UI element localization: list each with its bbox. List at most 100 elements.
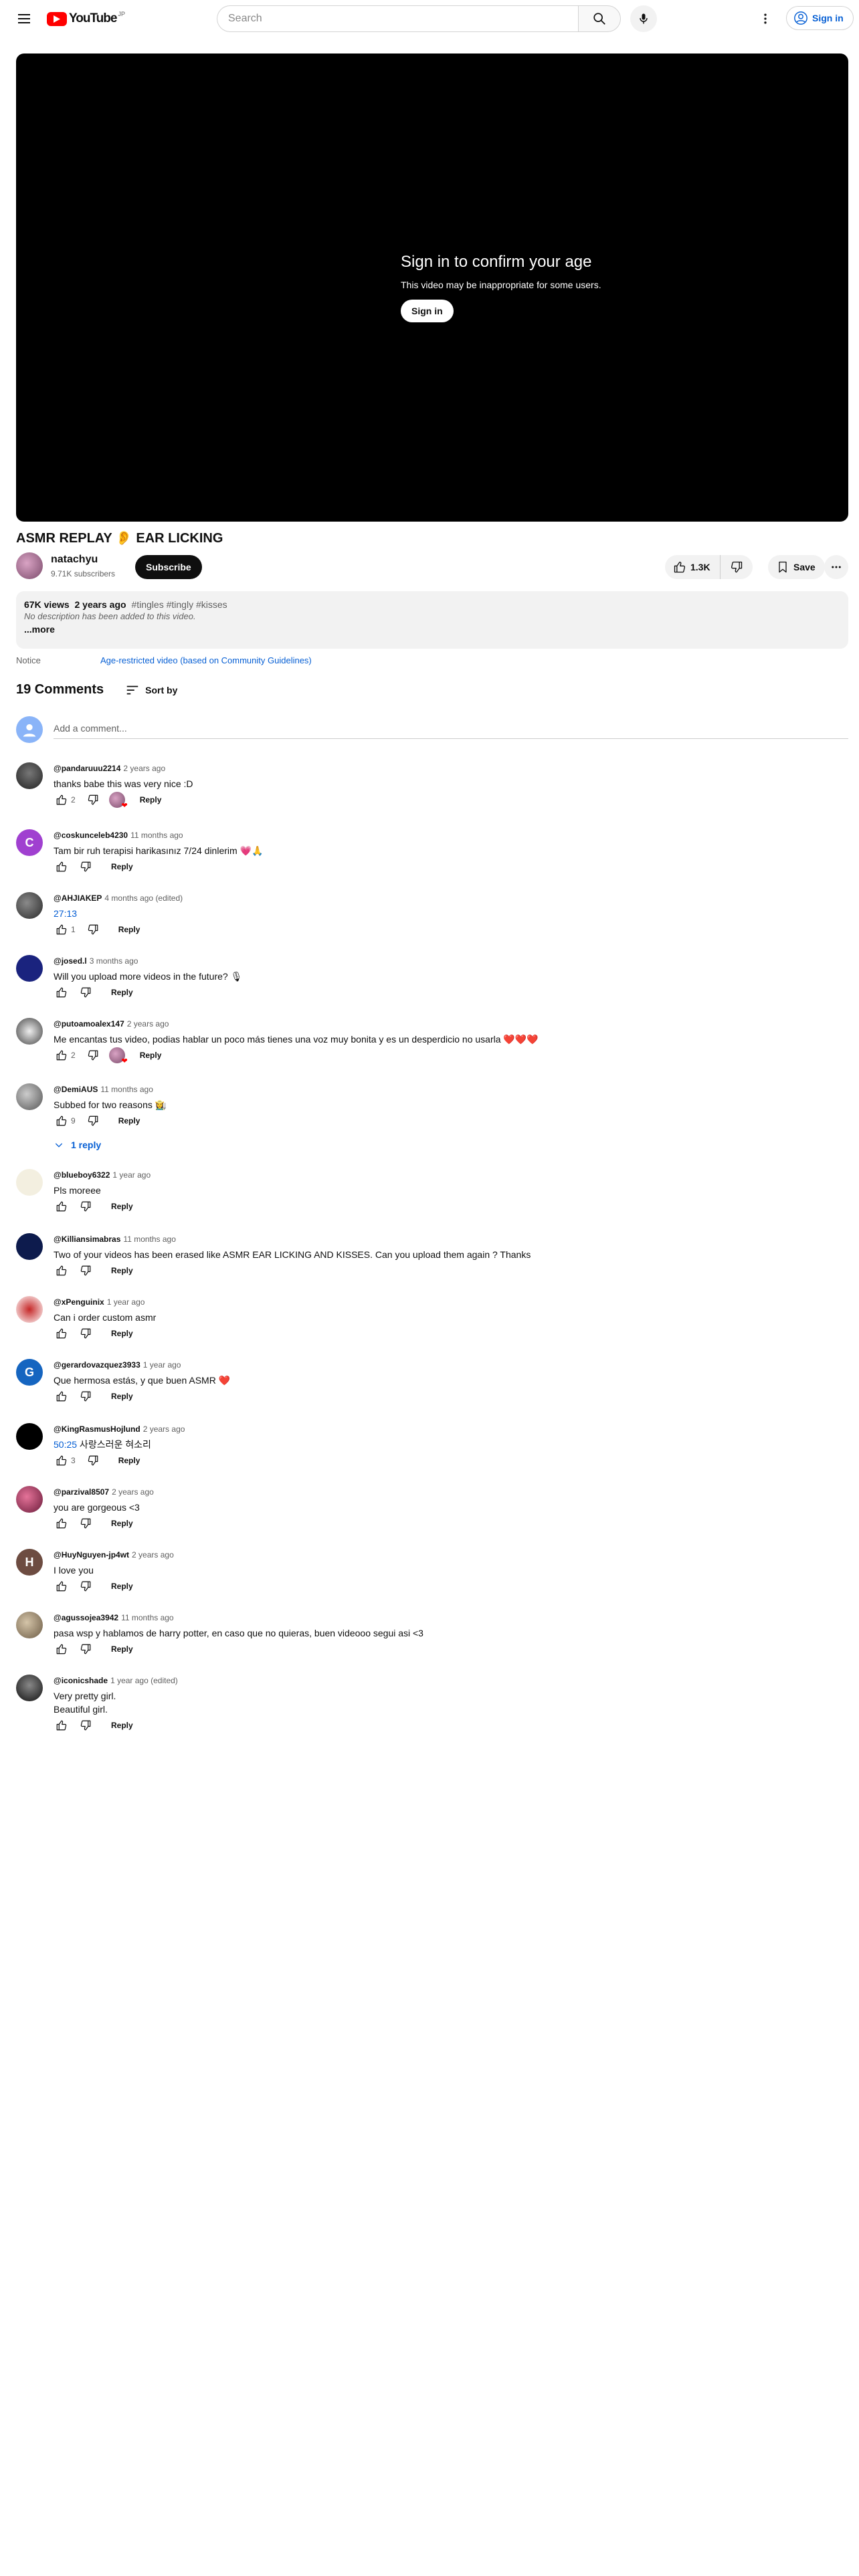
reply-button[interactable]: Reply <box>102 1323 142 1344</box>
comment-dislike-button[interactable] <box>75 1386 96 1407</box>
commenter-avatar[interactable] <box>16 892 43 919</box>
search-button[interactable] <box>578 5 621 32</box>
comment-author[interactable]: @HuyNguyen-jp4wt <box>54 1550 129 1560</box>
youtube-logo[interactable]: YouTube JP <box>47 10 125 27</box>
comment-time[interactable]: 4 months ago (edited) <box>104 893 183 903</box>
commenter-avatar[interactable] <box>16 1233 43 1260</box>
timestamp-link[interactable]: 27:13 <box>54 908 77 919</box>
comment-dislike-button[interactable] <box>75 1196 96 1217</box>
comment-like-button[interactable] <box>51 1260 72 1281</box>
comment-like-button[interactable] <box>51 919 72 940</box>
comment-time[interactable]: 1 year ago <box>112 1170 151 1180</box>
commenter-avatar[interactable] <box>16 1486 43 1513</box>
reply-button[interactable]: Reply <box>102 1196 142 1217</box>
menu-icon[interactable] <box>13 8 35 29</box>
commenter-avatar[interactable] <box>16 1018 43 1045</box>
comment-author[interactable]: @putoamoalex147 <box>54 1019 124 1029</box>
comment-time[interactable]: 2 years ago <box>143 1424 185 1434</box>
comment-author[interactable]: @blueboy6322 <box>54 1170 110 1180</box>
comment-like-button[interactable] <box>51 1196 72 1217</box>
reply-button[interactable]: Reply <box>102 1513 142 1534</box>
comment-time[interactable]: 3 months ago <box>90 956 138 966</box>
reply-button[interactable]: Reply <box>130 1045 171 1066</box>
search-field[interactable] <box>217 5 578 32</box>
signin-button[interactable]: Sign in <box>786 6 854 30</box>
comment-dislike-button[interactable] <box>75 1323 96 1344</box>
comment-dislike-button[interactable] <box>75 1715 96 1736</box>
view-replies-button[interactable]: 1 reply <box>54 1140 101 1150</box>
comment-dislike-button[interactable] <box>75 982 96 1003</box>
comment-time[interactable]: 1 year ago <box>107 1297 145 1307</box>
more-actions-icon[interactable] <box>824 555 848 579</box>
comment-like-button[interactable] <box>51 856 72 877</box>
comment-dislike-button[interactable] <box>75 1260 96 1281</box>
comment-dislike-button[interactable] <box>75 1638 96 1660</box>
description-box[interactable]: 67K views 2 years ago #tingles #tingly #… <box>16 591 848 649</box>
hashtags[interactable]: #tingles #tingly #kisses <box>131 599 227 610</box>
comment-dislike-button[interactable] <box>82 1110 104 1132</box>
comment-time[interactable]: 11 months ago <box>130 831 183 840</box>
commenter-avatar[interactable] <box>16 1675 43 1701</box>
reply-button[interactable]: Reply <box>109 919 150 940</box>
reply-button[interactable]: Reply <box>109 1450 150 1471</box>
comment-like-button[interactable] <box>51 1386 72 1407</box>
commenter-avatar[interactable]: G <box>16 1359 43 1386</box>
comment-author[interactable]: @gerardovazquez3933 <box>54 1360 140 1370</box>
comment-time[interactable]: 1 year ago (edited) <box>110 1676 178 1685</box>
comment-like-button[interactable] <box>51 1715 72 1736</box>
comment-time[interactable]: 2 years ago <box>127 1019 169 1029</box>
comment-dislike-button[interactable] <box>82 789 104 811</box>
reply-button[interactable]: Reply <box>109 1110 150 1132</box>
commenter-avatar[interactable] <box>16 1296 43 1323</box>
age-gate-signin-button[interactable]: Sign in <box>401 300 454 322</box>
comment-time[interactable]: 1 year ago <box>143 1360 181 1370</box>
channel-name[interactable]: natachyu <box>51 554 98 566</box>
comment-author[interactable]: @agussojea3942 <box>54 1613 118 1622</box>
comment-time[interactable]: 11 months ago <box>121 1613 174 1622</box>
save-button[interactable]: Save <box>768 555 825 579</box>
comment-like-button[interactable] <box>51 1638 72 1660</box>
commenter-avatar[interactable] <box>16 1612 43 1638</box>
commenter-avatar[interactable] <box>16 762 43 789</box>
comment-like-button[interactable] <box>51 1576 72 1597</box>
timestamp-link[interactable]: 50:25 <box>54 1439 77 1450</box>
video-player[interactable]: Sign in to confirm your age This video m… <box>16 53 848 522</box>
commenter-avatar[interactable]: H <box>16 1549 43 1576</box>
search-input[interactable] <box>228 13 578 25</box>
comment-author[interactable]: @Killiansimabras <box>54 1235 120 1244</box>
comment-author[interactable]: @pandaruuu2214 <box>54 764 120 773</box>
sort-by-button[interactable]: Sort by <box>125 683 177 697</box>
reply-button[interactable]: Reply <box>102 1638 142 1660</box>
reply-button[interactable]: Reply <box>102 1386 142 1407</box>
comment-dislike-button[interactable] <box>82 1450 104 1471</box>
reply-button[interactable]: Reply <box>102 1715 142 1736</box>
commenter-avatar[interactable] <box>16 1423 43 1450</box>
description-more[interactable]: ...more <box>24 624 840 635</box>
reply-button[interactable]: Reply <box>102 1260 142 1281</box>
commenter-avatar[interactable] <box>16 1083 43 1110</box>
comment-like-button[interactable] <box>51 789 72 811</box>
comment-author[interactable]: @DemiAUS <box>54 1085 98 1094</box>
commenter-avatar[interactable]: C <box>16 829 43 856</box>
comment-like-button[interactable] <box>51 982 72 1003</box>
comment-like-button[interactable] <box>51 1323 72 1344</box>
comment-time[interactable]: 11 months ago <box>100 1085 153 1094</box>
comment-time[interactable]: 2 years ago <box>112 1487 154 1497</box>
dislike-button[interactable] <box>721 555 753 579</box>
comment-dislike-button[interactable] <box>82 919 104 940</box>
notice-link[interactable]: Age-restricted video (based on Community… <box>100 655 312 665</box>
reply-button[interactable]: Reply <box>102 856 142 877</box>
voice-search-button[interactable] <box>630 5 657 32</box>
comment-like-button[interactable] <box>51 1045 72 1066</box>
add-comment-input[interactable]: Add a comment... <box>54 720 848 739</box>
subscribe-button[interactable]: Subscribe <box>135 555 202 579</box>
comment-dislike-button[interactable] <box>75 1513 96 1534</box>
comment-author[interactable]: @AHJIAKEP <box>54 893 102 903</box>
comment-time[interactable]: 2 years ago <box>132 1550 174 1560</box>
comment-author[interactable]: @josed.l <box>54 956 87 966</box>
comment-author[interactable]: @coskunceleb4230 <box>54 831 128 840</box>
settings-more-icon[interactable] <box>755 8 776 29</box>
commenter-avatar[interactable] <box>16 1169 43 1196</box>
comment-like-button[interactable] <box>51 1513 72 1534</box>
comment-like-button[interactable] <box>51 1450 72 1471</box>
